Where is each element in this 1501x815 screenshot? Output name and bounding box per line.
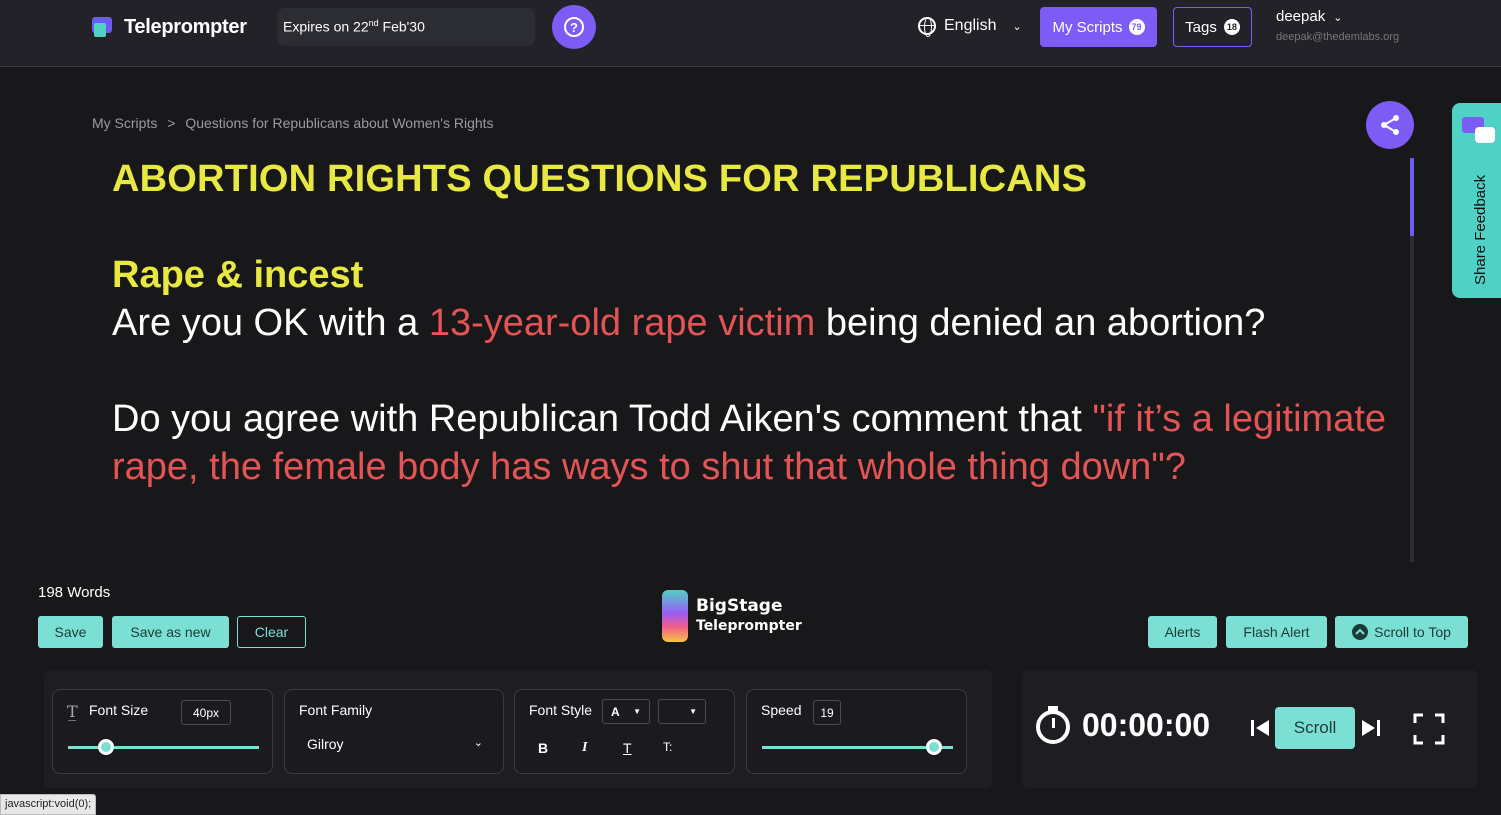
font-style-label: Font Style <box>529 702 593 718</box>
clear-button[interactable]: Clear <box>237 616 306 648</box>
smile-chat-icon <box>1475 127 1495 143</box>
user-menu[interactable]: deepak ⌄ deepak@thedemlabs.org <box>1276 8 1399 43</box>
underline-button[interactable]: T <box>623 740 632 756</box>
timer-value: 00:00:00 <box>1082 706 1211 743</box>
share-feedback-label: Share Feedback <box>1472 174 1489 285</box>
text-size-icon: T̲ <box>67 702 78 721</box>
caret-down-icon: ▼ <box>689 707 697 716</box>
breadcrumb-my-scripts[interactable]: My Scripts <box>92 115 157 131</box>
speed-label: Speed <box>761 702 802 718</box>
font-size-value[interactable]: 40px <box>181 700 231 725</box>
my-scripts-count-badge: 79 <box>1128 19 1145 35</box>
expiry-notice: Expires on 22nd Feb'30 <box>277 8 535 46</box>
skip-forward-icon[interactable] <box>1361 718 1381 738</box>
chevron-down-icon: ⌄ <box>1012 20 1022 33</box>
teleprompter-logo-icon <box>92 16 116 39</box>
highlight-color-select[interactable]: ▼ <box>658 699 706 724</box>
font-size-slider[interactable] <box>68 746 259 749</box>
fullscreen-icon[interactable] <box>1413 713 1445 745</box>
scrollbar-thumb[interactable] <box>1410 158 1414 236</box>
bold-button[interactable]: B <box>538 740 548 756</box>
scroll-button[interactable]: Scroll <box>1275 707 1355 749</box>
app-logo[interactable]: Teleprompter <box>92 16 247 39</box>
font-size-slider-knob[interactable] <box>98 739 115 755</box>
font-family-card: Font Family Gilroy ⌄ <box>284 689 504 774</box>
language-label: English <box>944 17 997 34</box>
chevron-down-icon: ⌄ <box>1333 12 1343 24</box>
highlight-text: 13-year-old rape victim <box>428 302 816 344</box>
timer: 00:00:00 <box>1036 706 1210 744</box>
breadcrumb-separator: > <box>167 115 176 131</box>
save-as-new-button[interactable]: Save as new <box>112 616 229 648</box>
font-style-card: Font Style A ▼ ▼ B I T T: <box>514 689 735 774</box>
skip-back-icon[interactable] <box>1250 718 1270 738</box>
script-scrollbar[interactable] <box>1410 158 1414 562</box>
speed-slider[interactable] <box>762 746 953 749</box>
flash-alert-button[interactable]: Flash Alert <box>1226 616 1327 648</box>
text-color-select[interactable]: A ▼ <box>602 699 650 724</box>
share-feedback-tab[interactable]: Share Feedback <box>1452 103 1501 298</box>
font-family-label: Font Family <box>299 702 373 718</box>
italic-button[interactable]: I <box>582 740 587 756</box>
save-button[interactable]: Save <box>38 616 103 648</box>
brand-line1: BigStage <box>696 596 783 616</box>
app-name: Teleprompter <box>124 16 247 38</box>
browser-status-bar: javascript:void(0); <box>0 794 97 815</box>
tags-count-badge: 18 <box>1223 19 1240 35</box>
text-case-button[interactable]: T: <box>663 740 672 754</box>
script-title: ABORTION RIGHTS QUESTIONS FOR REPUBLICAN… <box>112 158 1088 200</box>
font-size-label: Font Size <box>89 702 149 718</box>
tags-button[interactable]: Tags 18 <box>1173 7 1252 47</box>
breadcrumb: My Scripts > Questions for Republicans a… <box>92 115 500 131</box>
caret-down-icon: ▼ <box>633 707 641 716</box>
stopwatch-icon <box>1036 706 1072 744</box>
globe-icon <box>918 17 936 37</box>
question-icon: ? <box>564 17 584 37</box>
question-2: Do you agree with Republican Todd Aiken'… <box>112 398 1387 488</box>
user-name: deepak <box>1276 8 1326 25</box>
share-button[interactable] <box>1366 101 1414 149</box>
font-family-select[interactable]: Gilroy ⌄ <box>307 736 483 752</box>
share-icon <box>1381 115 1399 135</box>
question-1: Are you OK with a 13-year-old rape victi… <box>112 302 1266 344</box>
script-viewer: ABORTION RIGHTS QUESTIONS FOR REPUBLICAN… <box>112 155 1402 491</box>
scroll-to-top-button[interactable]: Scroll to Top <box>1335 616 1468 648</box>
arrow-up-circle-icon <box>1352 624 1369 640</box>
help-button[interactable]: ? <box>552 5 596 49</box>
alerts-button[interactable]: Alerts <box>1148 616 1217 648</box>
bigstage-brand: BigStage Teleprompter <box>662 590 802 642</box>
top-header: Teleprompter Expires on 22nd Feb'30 ? En… <box>0 0 1501 67</box>
word-count: 198 Words <box>38 584 111 601</box>
chevron-down-icon: ⌄ <box>473 737 483 749</box>
my-scripts-button[interactable]: My Scripts 79 <box>1040 7 1157 47</box>
font-size-card: T̲ Font Size 40px <box>52 689 273 774</box>
speed-card: Speed 19 <box>746 689 967 774</box>
language-selector[interactable]: English ⌄ <box>918 17 1022 37</box>
bigstage-logo-icon <box>662 590 688 642</box>
brand-line2: Teleprompter <box>696 618 802 634</box>
breadcrumb-current: Questions for Republicans about Women's … <box>185 115 494 131</box>
speed-slider-knob[interactable] <box>925 739 942 755</box>
speed-value[interactable]: 19 <box>813 700 841 725</box>
user-email: deepak@thedemlabs.org <box>1276 31 1400 43</box>
section-heading: Rape & incest <box>112 254 364 296</box>
